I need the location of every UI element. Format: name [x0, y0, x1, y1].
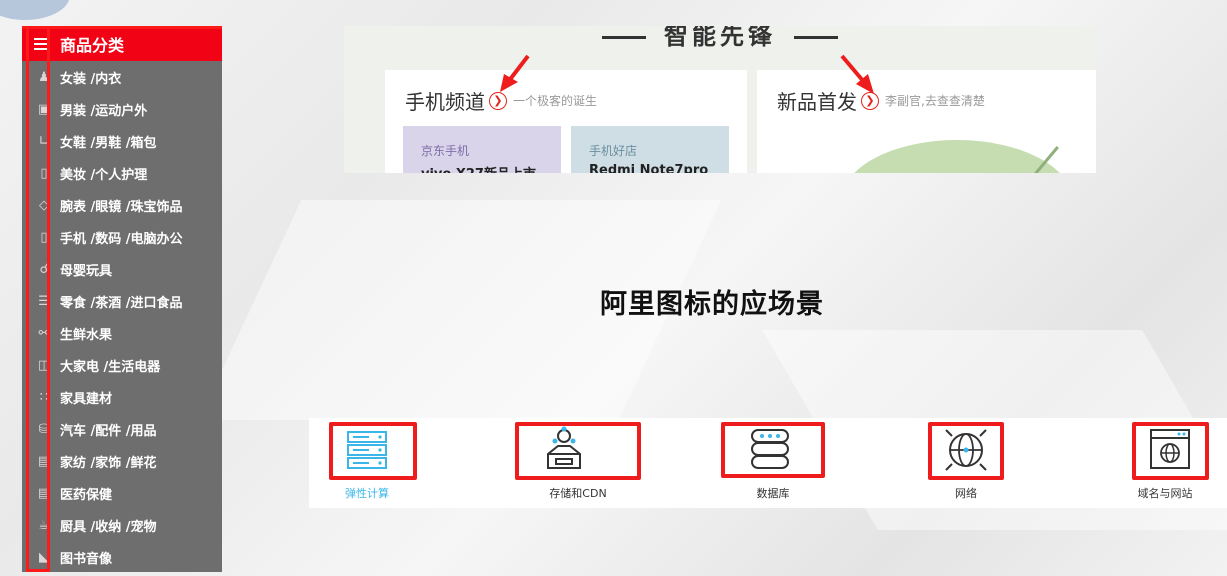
tile-label: 手机好店: [589, 144, 638, 158]
category-item[interactable]: ∷ 家具建材: [22, 381, 222, 413]
category-label: 男装 /运动户外: [60, 103, 148, 119]
category-item[interactable]: ▤ 家纺 /家饰 /鲜花: [22, 445, 222, 477]
product-tile[interactable]: 手机好店 Redmi Note7pro: [571, 126, 729, 173]
strip-item-label: 存储和CDN: [549, 487, 607, 500]
phone-channel-card[interactable]: 手机频道 ❯ 一个极客的诞生 京东手机 vivo X27新品上市 手机好店 Re…: [385, 70, 747, 173]
network-globe-icon: [945, 429, 987, 471]
category-item[interactable]: ◇ 腕表 /眼镜 /珠宝饰品: [22, 189, 222, 221]
server-icon: [347, 431, 387, 469]
background-circle-decoration: [0, 0, 70, 20]
phone-icon: ▯: [40, 229, 48, 245]
cloud-service-icon-strip: 弹性计算 存储和CDN 数据库 网络 域名与网站: [309, 418, 1227, 508]
chevron-right-circle-icon[interactable]: ❯: [489, 91, 507, 110]
strip-item-label: 数据库: [756, 487, 790, 500]
tshirt-icon: ▣: [37, 101, 51, 117]
category-label: 腕表 /眼镜 /珠宝饰品: [60, 199, 183, 215]
person-icon: ♟: [38, 69, 50, 85]
category-item[interactable]: ▣ 男装 /运动户外: [22, 93, 222, 125]
category-item[interactable]: ▯ 手机 /数码 /电脑办公: [22, 221, 222, 253]
database-icon: [751, 429, 789, 469]
tile-title: vivo X27新品上市: [421, 163, 561, 173]
card-subtitle: 一个极客的诞生: [513, 94, 598, 108]
category-item[interactable]: ♟ 女装 /内衣: [22, 61, 222, 93]
smart-pioneer-section: 智能先锋 手机频道 ❯ 一个极客的诞生 京东手机 vivo X27新品上市 手机…: [344, 26, 1096, 173]
product-tile[interactable]: 京东手机 vivo X27新品上市: [403, 126, 561, 173]
new-release-card[interactable]: 新品首发 ❯ 李副官,去查查清楚: [757, 70, 1096, 173]
medicine-icon: ▤: [37, 485, 51, 501]
card-header: 新品首发 ❯ 李副官,去查查清楚: [757, 70, 1096, 115]
storage-cdn-icon: [547, 426, 581, 469]
tile-label: 京东手机: [421, 144, 470, 158]
menu-list-icon: [34, 37, 48, 50]
section-title-text: 智能先锋: [664, 26, 776, 50]
category-label: 生鲜水果: [60, 327, 113, 343]
card-title: 手机频道: [405, 90, 485, 114]
tile-title: Redmi Note7pro: [589, 163, 709, 173]
grid-icon: ∷: [39, 389, 49, 405]
category-label: 母婴玩具: [60, 263, 113, 279]
category-item[interactable]: ▯ 美妆 /个人护理: [22, 157, 222, 189]
chevron-right-circle-icon[interactable]: ❯: [861, 91, 879, 110]
diamond-icon: ◇: [39, 197, 49, 213]
category-item[interactable]: ◣ 图书音像: [22, 541, 222, 573]
fridge-icon: ◫: [37, 357, 51, 373]
strip-item-label: 域名与网站: [1137, 487, 1193, 500]
title-dash-left: [602, 35, 646, 39]
bed-icon: ▤: [37, 453, 51, 469]
kitchen-icon: ☕: [38, 517, 50, 533]
lipstick-icon: ▯: [40, 165, 48, 181]
category-label: 医药保健: [60, 487, 113, 503]
stroller-icon: ☌: [39, 261, 49, 277]
category-label: 女装 /内衣: [60, 71, 122, 87]
sidebar-header-title: 商品分类: [60, 35, 125, 55]
domain-website-icon: [1150, 429, 1190, 469]
strip-item-label: 弹性计算: [345, 487, 389, 500]
category-label: 图书音像: [60, 551, 113, 567]
category-item[interactable]: ▤ 医药保健: [22, 477, 222, 509]
category-label: 厨具 /收纳 /宠物: [60, 519, 157, 535]
category-item[interactable]: ◫ 大家电 /生活电器: [22, 349, 222, 381]
category-item[interactable]: ☌ 母婴玩具: [22, 253, 222, 285]
category-item[interactable]: ∟ 女鞋 /男鞋 /箱包: [22, 125, 222, 157]
car-icon: ⛁: [38, 421, 50, 437]
category-label: 家具建材: [60, 391, 113, 407]
page-caption: 阿里图标的应场景: [600, 289, 824, 320]
category-label: 女鞋 /男鞋 /箱包: [60, 135, 157, 151]
shoe-icon: ∟: [38, 133, 50, 149]
category-label: 汽车 /配件 /用品: [60, 423, 157, 439]
fruit-icon: ⚯: [38, 325, 50, 341]
category-item[interactable]: ⛁ 汽车 /配件 /用品: [22, 413, 222, 445]
category-label: 美妆 /个人护理: [60, 167, 148, 183]
sidebar-header[interactable]: 商品分类: [22, 26, 222, 61]
category-label: 大家电 /生活电器: [60, 359, 161, 375]
category-label: 手机 /数码 /电脑办公: [60, 231, 183, 247]
category-item[interactable]: ☕ 厨具 /收纳 /宠物: [22, 509, 222, 541]
title-dash-right: [794, 35, 838, 39]
card-title: 新品首发: [777, 90, 857, 114]
card-subtitle: 李副官,去查查清楚: [885, 94, 985, 108]
section-title: 智能先锋: [344, 26, 1096, 51]
category-label: 家纺 /家饰 /鲜花: [60, 455, 157, 471]
strip-item-label: 网络: [955, 487, 977, 500]
card-header: 手机频道 ❯ 一个极客的诞生: [385, 70, 747, 115]
category-item[interactable]: ⚯ 生鲜水果: [22, 317, 222, 349]
book-icon: ◣: [39, 549, 49, 565]
